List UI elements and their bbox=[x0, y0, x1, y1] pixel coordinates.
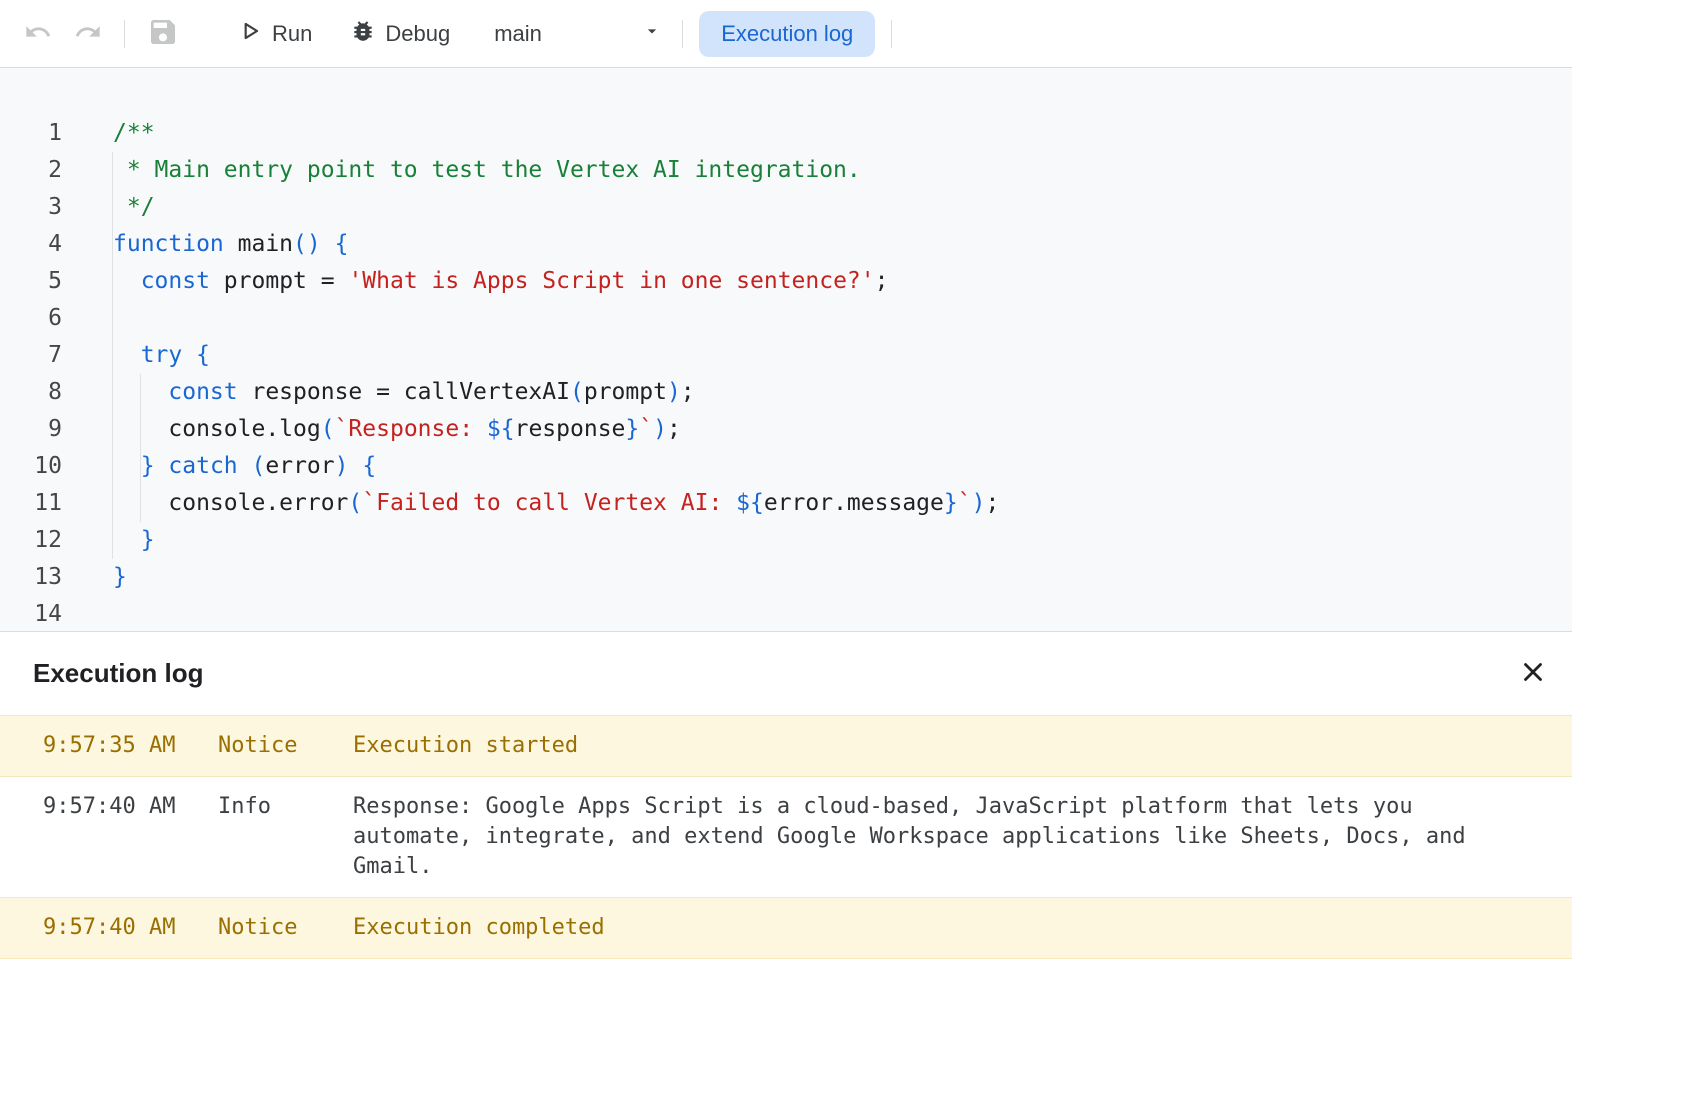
log-entry: 9:57:35 AMNoticeExecution started bbox=[0, 715, 1572, 777]
code-line[interactable]: 1/** bbox=[0, 115, 1572, 152]
log-message: Execution started bbox=[353, 731, 1473, 761]
line-number[interactable]: 13 bbox=[0, 559, 62, 596]
line-number[interactable]: 6 bbox=[0, 300, 62, 337]
apps-script-ide: Run Debug main Execution log 1/**2 * Mai… bbox=[0, 0, 1572, 1098]
execution-log-button[interactable]: Execution log bbox=[699, 11, 875, 57]
code-text: const response = callVertexAI(prompt); bbox=[62, 374, 695, 411]
code-line[interactable]: 5 const prompt = 'What is Apps Script in… bbox=[0, 263, 1572, 300]
line-number[interactable]: 2 bbox=[0, 152, 62, 189]
line-number[interactable]: 8 bbox=[0, 374, 62, 411]
code-editor[interactable]: 1/**2 * Main entry point to test the Ver… bbox=[0, 68, 1572, 631]
indent-guide bbox=[112, 152, 113, 559]
line-number[interactable]: 5 bbox=[0, 263, 62, 300]
code-lines: 1/**2 * Main entry point to test the Ver… bbox=[0, 115, 1572, 631]
indent-guide bbox=[140, 374, 141, 522]
code-line[interactable]: 9 console.log(`Response: ${response}`); bbox=[0, 411, 1572, 448]
line-number[interactable]: 11 bbox=[0, 485, 62, 522]
run-label: Run bbox=[272, 21, 312, 47]
debug-label: Debug bbox=[385, 21, 450, 47]
log-message: Execution completed bbox=[353, 913, 1473, 943]
code-text: console.log(`Response: ${response}`); bbox=[62, 411, 681, 448]
line-number[interactable]: 12 bbox=[0, 522, 62, 559]
code-line[interactable]: 11 console.error(`Failed to call Vertex … bbox=[0, 485, 1572, 522]
code-text bbox=[62, 300, 113, 337]
redo-icon bbox=[74, 18, 102, 49]
code-text: /** bbox=[62, 115, 155, 152]
code-text: } bbox=[62, 559, 127, 596]
log-entry: 9:57:40 AMInfoResponse: Google Apps Scri… bbox=[0, 777, 1572, 897]
log-type: Notice bbox=[218, 913, 353, 943]
toolbar-divider bbox=[682, 20, 683, 48]
save-project-button[interactable] bbox=[147, 16, 179, 51]
code-text: console.error(`Failed to call Vertex AI:… bbox=[62, 485, 999, 522]
undo-icon bbox=[24, 18, 52, 49]
line-number[interactable]: 1 bbox=[0, 115, 62, 152]
log-message: Response: Google Apps Script is a cloud-… bbox=[353, 792, 1473, 882]
log-time: 9:57:40 AM bbox=[43, 792, 218, 822]
function-selector-value: main bbox=[494, 21, 542, 47]
caret-down-icon bbox=[642, 21, 662, 47]
code-text: const prompt = 'What is Apps Script in o… bbox=[62, 263, 889, 300]
line-number[interactable]: 7 bbox=[0, 337, 62, 374]
debug-button[interactable]: Debug bbox=[350, 18, 450, 50]
log-type: Info bbox=[218, 792, 353, 822]
line-number[interactable]: 10 bbox=[0, 448, 62, 485]
code-line[interactable]: 13} bbox=[0, 559, 1572, 596]
toolbar: Run Debug main Execution log bbox=[0, 0, 1572, 68]
log-type: Notice bbox=[218, 731, 353, 761]
run-button[interactable]: Run bbox=[237, 18, 312, 50]
code-line[interactable]: 10 } catch (error) { bbox=[0, 448, 1572, 485]
line-number[interactable]: 3 bbox=[0, 189, 62, 226]
toolbar-divider bbox=[124, 20, 125, 48]
code-line[interactable]: 7 try { bbox=[0, 337, 1572, 374]
code-line[interactable]: 4function main() { bbox=[0, 226, 1572, 263]
code-text: */ bbox=[62, 189, 155, 226]
code-line[interactable]: 14 bbox=[0, 596, 1572, 631]
code-line[interactable]: 3 */ bbox=[0, 189, 1572, 226]
code-line[interactable]: 8 const response = callVertexAI(prompt); bbox=[0, 374, 1572, 411]
code-text bbox=[62, 596, 113, 631]
line-number[interactable]: 9 bbox=[0, 411, 62, 448]
log-time: 9:57:40 AM bbox=[43, 913, 218, 943]
save-icon bbox=[147, 16, 179, 51]
execution-log-header: Execution log bbox=[0, 631, 1572, 715]
code-line[interactable]: 2 * Main entry point to test the Vertex … bbox=[0, 152, 1572, 189]
toolbar-divider bbox=[891, 20, 892, 48]
run-icon bbox=[237, 18, 263, 50]
line-number[interactable]: 4 bbox=[0, 226, 62, 263]
function-selector-dropdown[interactable]: main bbox=[494, 21, 662, 47]
close-icon bbox=[1518, 657, 1548, 690]
code-line[interactable]: 6 bbox=[0, 300, 1572, 337]
log-entry: 9:57:40 AMNoticeExecution completed bbox=[0, 897, 1572, 959]
execution-log-title: Execution log bbox=[33, 658, 203, 689]
debug-icon bbox=[350, 18, 376, 50]
code-text: } bbox=[62, 522, 155, 559]
code-text: function main() { bbox=[62, 226, 348, 263]
redo-button[interactable] bbox=[74, 18, 102, 49]
code-text: } catch (error) { bbox=[62, 448, 376, 485]
code-text: * Main entry point to test the Vertex AI… bbox=[62, 152, 861, 189]
line-number[interactable]: 14 bbox=[0, 596, 62, 631]
code-line[interactable]: 12 } bbox=[0, 522, 1572, 559]
code-text: try { bbox=[62, 337, 210, 374]
log-time: 9:57:35 AM bbox=[43, 731, 218, 761]
log-entries: 9:57:35 AMNoticeExecution started9:57:40… bbox=[0, 715, 1572, 959]
close-execution-log-button[interactable] bbox=[1518, 657, 1548, 690]
undo-button[interactable] bbox=[24, 18, 52, 49]
